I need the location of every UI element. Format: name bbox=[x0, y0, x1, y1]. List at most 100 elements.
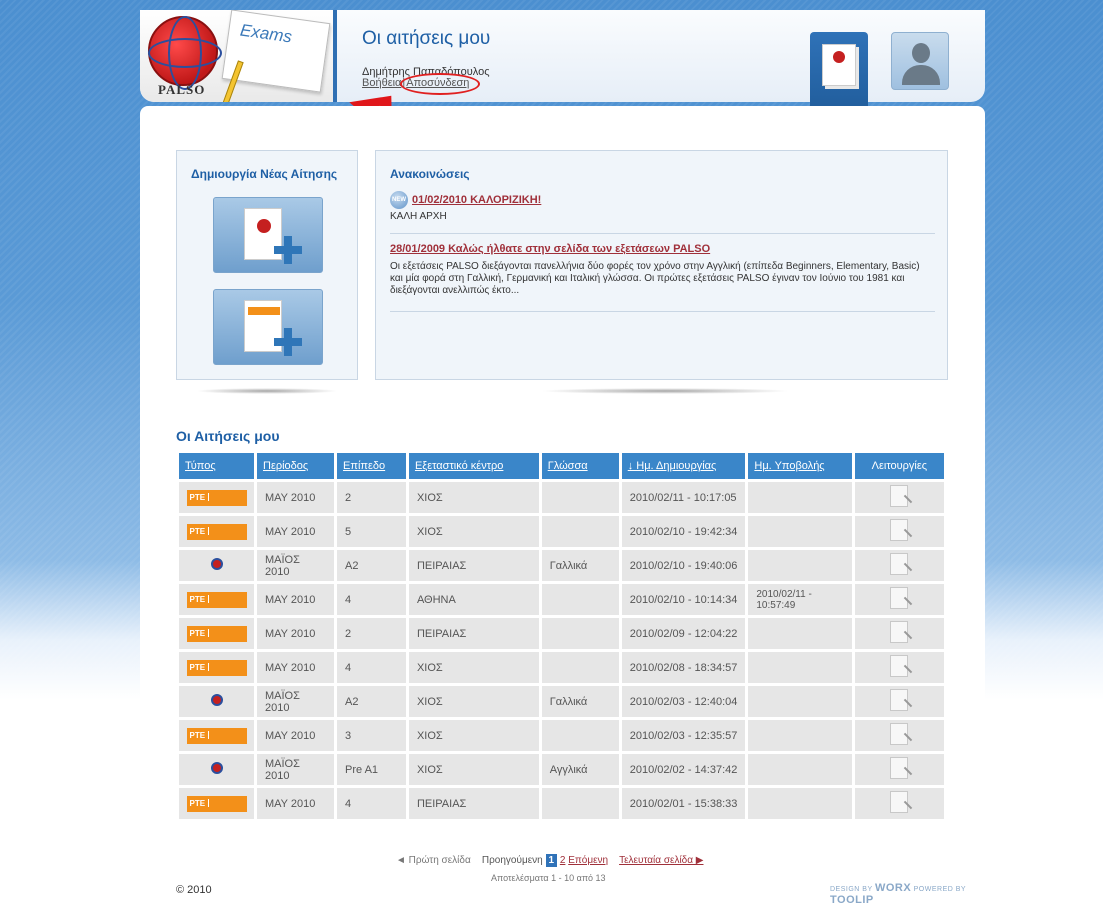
cell-level: 3 bbox=[337, 720, 406, 751]
type-cell: PTE bbox=[179, 720, 254, 751]
new-application-title: Δημιουργία Νέας Αίτησης bbox=[191, 167, 338, 181]
announcement-body: Οι εξετάσεις PALSO διεξάγονται πανελλήνι… bbox=[390, 261, 920, 296]
cell-center: ΧΙΟΣ bbox=[408, 482, 539, 513]
cell-level: 2 bbox=[337, 482, 406, 513]
table-row: ΜΑΪΟΣ 2010 A2 ΠΕΙΡΑΙΑΣ Γαλλικά 2010/02/10 - … bbox=[179, 550, 944, 581]
cell-level: A2 bbox=[337, 686, 406, 717]
view-document-icon[interactable] bbox=[890, 519, 909, 541]
copyright: © 2010 bbox=[176, 884, 212, 896]
view-document-icon[interactable] bbox=[890, 553, 909, 575]
user-icon bbox=[912, 43, 930, 63]
column-header-center[interactable]: Εξεταστικό κέντρο bbox=[408, 453, 539, 479]
page-title: Οι αιτήσεις μου bbox=[362, 28, 491, 49]
new-palso-application-button[interactable] bbox=[213, 197, 323, 273]
column-header-level[interactable]: Επίπεδο bbox=[337, 453, 406, 479]
view-document-icon[interactable] bbox=[890, 485, 909, 507]
pte-logo-icon: PTE bbox=[186, 659, 247, 676]
actions-cell bbox=[854, 788, 944, 819]
previous-page-link[interactable]: Προηγούμενη bbox=[482, 855, 543, 866]
actions-cell bbox=[854, 686, 944, 717]
result-count: Αποτελέσματα 1 - 10 από 13 bbox=[491, 873, 606, 883]
cell-level: 4 bbox=[337, 788, 406, 819]
cell-period: ΜΑΥ 2010 bbox=[257, 482, 335, 513]
cell-language bbox=[541, 788, 619, 819]
cell-submitted bbox=[748, 720, 852, 751]
logo-text: PALSO bbox=[158, 82, 206, 97]
column-header-actions: Λειτουργίες bbox=[854, 453, 944, 479]
cell-level: 4 bbox=[337, 652, 406, 683]
announcement-link[interactable]: 01/02/2010 ΚΑΛΟΡΙΖΙΚΗ! bbox=[412, 194, 541, 206]
view-document-icon[interactable] bbox=[890, 587, 909, 609]
pte-logo-icon: PTE bbox=[186, 727, 247, 744]
column-header-submitted[interactable]: Ημ. Υποβολής bbox=[748, 453, 852, 479]
document-icon bbox=[822, 44, 856, 86]
type-cell bbox=[179, 686, 254, 717]
type-cell: PTE bbox=[179, 788, 254, 819]
requests-table: Τύπος Περίοδος Επίπεδο Εξεταστικό κέντρο… bbox=[176, 450, 947, 822]
view-document-icon[interactable] bbox=[890, 757, 909, 779]
panel-shadow bbox=[540, 388, 790, 394]
requests-section-title: Οι Αιτήσεις μου bbox=[176, 428, 280, 444]
announcements-panel: Ανακοινώσεις NEW 01/02/2010 ΚΑΛΟΡΙΖΙΚΗ! Κ… bbox=[375, 150, 948, 380]
header: Exams PALSO Οι αιτήσεις μου Δημήτρης Παπ… bbox=[140, 10, 985, 139]
cell-center: ΠΕΙΡΑΙΑΣ bbox=[408, 788, 539, 819]
cell-language: Γαλλικά bbox=[541, 550, 619, 581]
column-header-created[interactable]: ↓ Ημ. Δημιουργίας bbox=[621, 453, 746, 479]
cell-period: ΜΑΥ 2010 bbox=[257, 720, 335, 751]
type-cell bbox=[179, 550, 254, 581]
view-document-icon[interactable] bbox=[890, 655, 909, 677]
cell-level: A2 bbox=[337, 550, 406, 581]
cell-created: 2010/02/10 - 10:14:34 bbox=[621, 584, 746, 615]
plus-icon bbox=[274, 236, 302, 264]
cell-created: 2010/02/03 - 12:40:04 bbox=[621, 686, 746, 717]
divider bbox=[390, 233, 935, 234]
actions-cell bbox=[854, 516, 944, 547]
palso-logo-icon bbox=[210, 694, 223, 706]
type-cell: PTE bbox=[179, 652, 254, 683]
table-header-row: Τύπος Περίοδος Επίπεδο Εξεταστικό κέντρο… bbox=[179, 453, 944, 479]
cell-center: ΧΙΟΣ bbox=[408, 754, 539, 785]
page-2-link[interactable]: 2 bbox=[560, 855, 566, 866]
first-page-link[interactable]: ◄ Πρώτη σελίδα bbox=[396, 855, 471, 866]
cell-created: 2010/02/03 - 12:35:57 bbox=[621, 720, 746, 751]
last-page-link[interactable]: Τελευταία σελίδα ▶ bbox=[619, 855, 703, 866]
profile-nav-button[interactable] bbox=[891, 32, 949, 90]
view-document-icon[interactable] bbox=[890, 723, 909, 745]
announcement-link[interactable]: 28/01/2009 Καλώς ήλθατε στην σελίδα των … bbox=[390, 243, 710, 255]
column-header-language[interactable]: Γλώσσα bbox=[541, 453, 619, 479]
cell-level: 2 bbox=[337, 618, 406, 649]
view-document-icon[interactable] bbox=[890, 791, 909, 813]
table-row: ΜΑΪΟΣ 2010 Pre A1 ΧΙΟΣ Αγγλικά 2010/02/02 - … bbox=[179, 754, 944, 785]
pte-logo-icon: PTE bbox=[186, 625, 247, 642]
next-page-link[interactable]: Επόμενη bbox=[568, 855, 608, 866]
cell-created: 2010/02/10 - 19:40:06 bbox=[621, 550, 746, 581]
view-document-icon[interactable] bbox=[890, 689, 909, 711]
cell-level: 4 bbox=[337, 584, 406, 615]
actions-cell bbox=[854, 550, 944, 581]
current-page: 1 bbox=[545, 854, 558, 867]
table-row: PTE ΜΑΥ 2010 2 ΧΙΟΣ 2010/02/11 - 10:17:05 bbox=[179, 482, 944, 513]
plus-icon bbox=[274, 328, 302, 356]
cell-center: ΧΙΟΣ bbox=[408, 720, 539, 751]
table-row: PTE ΜΑΥ 2010 3 ΧΙΟΣ 2010/02/03 - 12:35:57 bbox=[179, 720, 944, 751]
cell-language: Αγγλικά bbox=[541, 754, 619, 785]
type-cell: PTE bbox=[179, 516, 254, 547]
cell-submitted bbox=[748, 686, 852, 717]
divider bbox=[390, 311, 935, 312]
column-header-type[interactable]: Τύπος bbox=[179, 453, 254, 479]
type-cell: PTE bbox=[179, 618, 254, 649]
cell-created: 2010/02/02 - 14:37:42 bbox=[621, 754, 746, 785]
palso-logo[interactable]: Exams PALSO bbox=[140, 10, 337, 102]
column-header-period[interactable]: Περίοδος bbox=[257, 453, 335, 479]
view-document-icon[interactable] bbox=[890, 621, 909, 643]
cell-period: ΜΑΥ 2010 bbox=[257, 618, 335, 649]
pte-logo-icon: PTE bbox=[186, 523, 247, 540]
cell-center: ΠΕΙΡΑΙΑΣ bbox=[408, 618, 539, 649]
globe-icon bbox=[148, 16, 222, 90]
page-container: Exams PALSO Οι αιτήσεις μου Δημήτρης Παπ… bbox=[140, 10, 985, 907]
cell-center: ΠΕΙΡΑΙΑΣ bbox=[408, 550, 539, 581]
new-pte-application-button[interactable] bbox=[213, 289, 323, 365]
cell-submitted bbox=[748, 788, 852, 819]
cell-period: ΜΑΥ 2010 bbox=[257, 652, 335, 683]
cell-submitted bbox=[748, 652, 852, 683]
